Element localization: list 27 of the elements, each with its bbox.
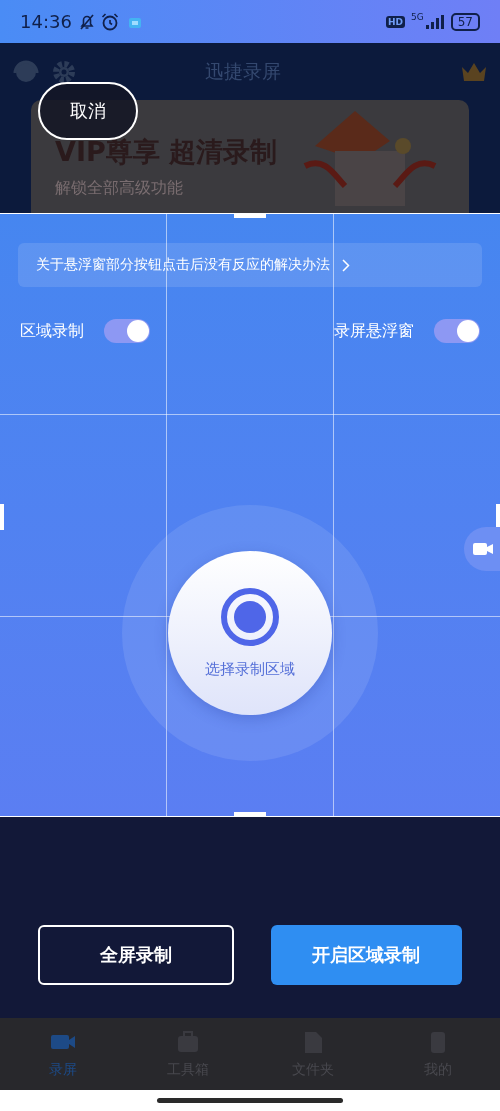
status-time: 14:36 xyxy=(20,11,72,32)
toggle-switch[interactable] xyxy=(434,319,480,343)
banner-subtitle: 解锁全部高级功能 xyxy=(55,178,183,199)
settings-icon[interactable] xyxy=(52,59,76,84)
select-area-button[interactable]: 选择录制区域 xyxy=(168,551,332,715)
notice-text: 关于悬浮窗部分按钮点击后没有反应的解决办法 xyxy=(36,256,330,274)
resize-handle[interactable] xyxy=(234,812,266,816)
chevron-right-icon xyxy=(342,258,350,272)
start-recording-button[interactable]: 开启区域录制 xyxy=(270,925,462,985)
record-icon xyxy=(221,587,279,646)
notice-bar[interactable]: 关于悬浮窗部分按钮点击后没有反应的解决办法 xyxy=(18,243,482,287)
fullscreen-button[interactable]: 全屏录制 xyxy=(38,925,234,985)
resize-handle[interactable] xyxy=(234,214,266,218)
toggle-switch[interactable] xyxy=(104,319,150,343)
signal-icon xyxy=(424,13,445,30)
resize-handle[interactable] xyxy=(0,504,4,530)
battery-level: 57 xyxy=(450,12,480,31)
alarm-icon xyxy=(99,11,120,32)
floating-camera-icon[interactable] xyxy=(464,527,500,571)
nav-tab[interactable]: 录屏 xyxy=(0,1018,125,1090)
network-type: 5G xyxy=(411,12,424,22)
toggle-label: 区域录制 xyxy=(20,320,84,342)
cancel-button[interactable]: 取消 xyxy=(38,82,138,140)
toggle-label: 录屏悬浮窗 xyxy=(334,320,414,342)
hd-badge: HD xyxy=(386,15,405,28)
home-indicator[interactable] xyxy=(157,1098,343,1103)
bell-off-icon xyxy=(77,12,96,31)
